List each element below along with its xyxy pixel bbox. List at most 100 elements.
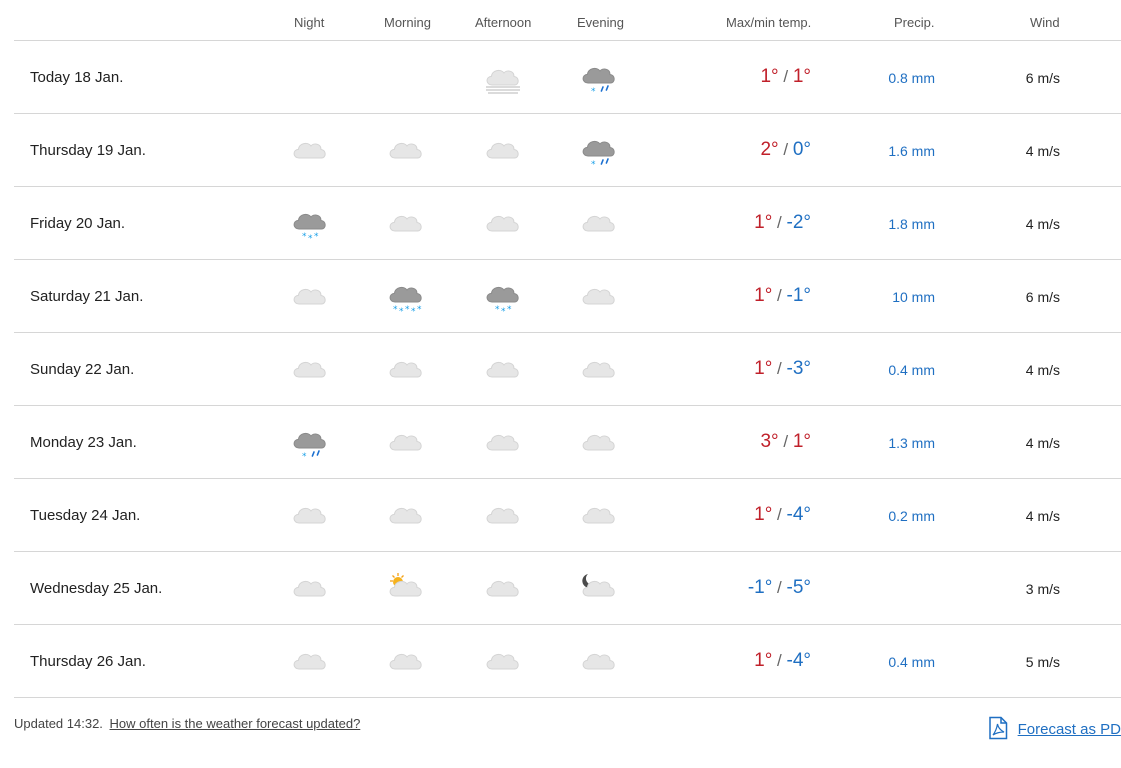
min-temp: 1°: [792, 66, 811, 87]
temperature: 3° / 1°: [760, 431, 811, 453]
cloud-icon: [579, 643, 619, 679]
svg-text:*: *: [591, 160, 596, 170]
min-temp: -5°: [786, 577, 812, 598]
wind-speed: 3 m/s: [1025, 581, 1060, 597]
cloud-icon: [386, 132, 426, 168]
forecast-row[interactable]: Thursday 26 Jan. 1° / -4° 0.4 mm 5 m/s: [14, 625, 1121, 698]
svg-text:*: *: [495, 305, 500, 315]
day-label: Wednesday 25 Jan.: [30, 580, 163, 597]
temp-separator: /: [772, 359, 787, 378]
cloud-icon: [483, 205, 523, 241]
pdf-link-label: Forecast as PD: [1017, 721, 1121, 738]
forecast-row[interactable]: Tuesday 24 Jan. 1° / -4° 0.2 mm 4 m/s: [14, 479, 1121, 552]
temperature: 1° / -2°: [754, 212, 811, 234]
temperature: 1° / -4°: [754, 650, 811, 672]
max-temp: 1°: [754, 358, 773, 379]
day-label: Thursday 19 Jan.: [30, 142, 146, 159]
precipitation: 10 mm: [892, 289, 935, 305]
cloud-icon: [386, 205, 426, 241]
cloud-icon: [483, 351, 523, 387]
svg-text:*: *: [302, 452, 307, 462]
temperature: -1° / -5°: [748, 577, 811, 599]
fog-cloud-icon: [483, 59, 523, 95]
max-temp: 1°: [754, 212, 773, 233]
cloud-icon: [290, 570, 330, 606]
min-temp: 0°: [792, 139, 811, 160]
sleet-cloud-icon: *: [579, 59, 619, 97]
header-morning: Morning: [384, 15, 431, 30]
min-temp: -2°: [786, 212, 812, 233]
cloud-icon: [483, 643, 523, 679]
cloud-icon: [290, 132, 330, 168]
forecast-row[interactable]: Today 18 Jan. * 1° / 1° 0.8 mm 6 m/s: [14, 41, 1121, 114]
day-label: Monday 23 Jan.: [30, 434, 137, 451]
forecast-row[interactable]: Thursday 19 Jan. * 2° / 0° 1.6 mm 4 m/s: [14, 114, 1121, 187]
temp-separator: /: [778, 432, 793, 451]
max-temp: 1°: [754, 285, 773, 306]
wind-speed: 6 m/s: [1025, 289, 1060, 305]
moon-cloud-icon: [579, 570, 619, 606]
svg-text:*: *: [314, 232, 319, 242]
forecast-row[interactable]: Saturday 21 Jan. * * * * * * * * 1° / -1° 10 mm 6 m…: [14, 260, 1121, 333]
header-temp: Max/min temp.: [726, 15, 812, 30]
forecast-row[interactable]: Monday 23 Jan. * 3° / 1° 1.3 mm 4 m/s: [14, 406, 1121, 479]
cloud-icon: [579, 205, 619, 241]
forecast-update-help-link[interactable]: How often is the weather forecast update…: [110, 716, 361, 731]
day-label: Saturday 21 Jan.: [30, 288, 144, 305]
temp-separator: /: [778, 67, 793, 86]
min-temp: -3°: [786, 358, 812, 379]
temp-separator: /: [772, 651, 787, 670]
svg-text:*: *: [393, 305, 398, 315]
cloud-icon: [386, 424, 426, 460]
svg-text:*: *: [405, 305, 410, 315]
svg-text:*: *: [591, 87, 596, 97]
updated-text: Updated 14:32.: [14, 716, 103, 731]
sleet-cloud-icon: *: [290, 424, 330, 462]
precipitation: 0.4 mm: [888, 654, 935, 670]
snow-cloud-icon: * * *: [483, 278, 523, 316]
cloud-icon: [579, 424, 619, 460]
max-temp: 2°: [760, 139, 779, 160]
temperature: 1° / -1°: [754, 285, 811, 307]
wind-speed: 4 m/s: [1025, 143, 1060, 159]
cloud-icon: [483, 424, 523, 460]
forecast-row[interactable]: Wednesday 25 Jan. -1° / -5° 3 m/s: [14, 552, 1121, 625]
max-temp: 1°: [760, 66, 779, 87]
heavy-snow-cloud-icon: * * * * *: [386, 278, 426, 316]
temperature: 1° / -3°: [754, 358, 811, 380]
precipitation: 0.2 mm: [888, 508, 935, 524]
sun-cloud-icon: [386, 570, 426, 606]
max-temp: 3°: [760, 431, 779, 452]
cloud-icon: [579, 351, 619, 387]
forecast-row[interactable]: Friday 20 Jan. * * * 1° / -2° 1.8 mm 4 m/s: [14, 187, 1121, 260]
wind-speed: 6 m/s: [1025, 70, 1060, 86]
forecast-rows: Today 18 Jan. * 1° / 1° 0.8 mm 6 m/s Thursday…: [14, 41, 1121, 698]
forecast-pdf-link[interactable]: Forecast as PD: [987, 716, 1121, 743]
temp-separator: /: [772, 286, 787, 305]
table-header: Night Morning Afternoon Evening Max/min …: [14, 0, 1121, 41]
header-precip: Precip.: [894, 15, 935, 30]
sleet-cloud-icon: *: [579, 132, 619, 170]
svg-text:*: *: [501, 307, 506, 316]
footer: Updated 14:32. How often is the weather …: [14, 716, 1121, 746]
svg-text:*: *: [411, 307, 416, 316]
precipitation: 0.8 mm: [888, 70, 935, 86]
min-temp: 1°: [792, 431, 811, 452]
header-afternoon: Afternoon: [475, 15, 532, 30]
day-label: Thursday 26 Jan.: [30, 653, 146, 670]
cloud-icon: [483, 570, 523, 606]
cloud-icon: [579, 497, 619, 533]
min-temp: -4°: [786, 650, 812, 671]
temperature: 1° / 1°: [760, 66, 811, 88]
min-temp: -4°: [786, 504, 812, 525]
svg-text:*: *: [417, 305, 422, 315]
pdf-icon: [987, 716, 1009, 743]
snow-cloud-icon: * * *: [290, 205, 330, 243]
cloud-icon: [290, 497, 330, 533]
header-wind: Wind: [1030, 15, 1060, 30]
wind-speed: 4 m/s: [1025, 362, 1060, 378]
cloud-icon: [386, 643, 426, 679]
cloud-icon: [290, 278, 330, 314]
day-label: Sunday 22 Jan.: [30, 361, 135, 378]
forecast-row[interactable]: Sunday 22 Jan. 1° / -3° 0.4 mm 4 m/s: [14, 333, 1121, 406]
